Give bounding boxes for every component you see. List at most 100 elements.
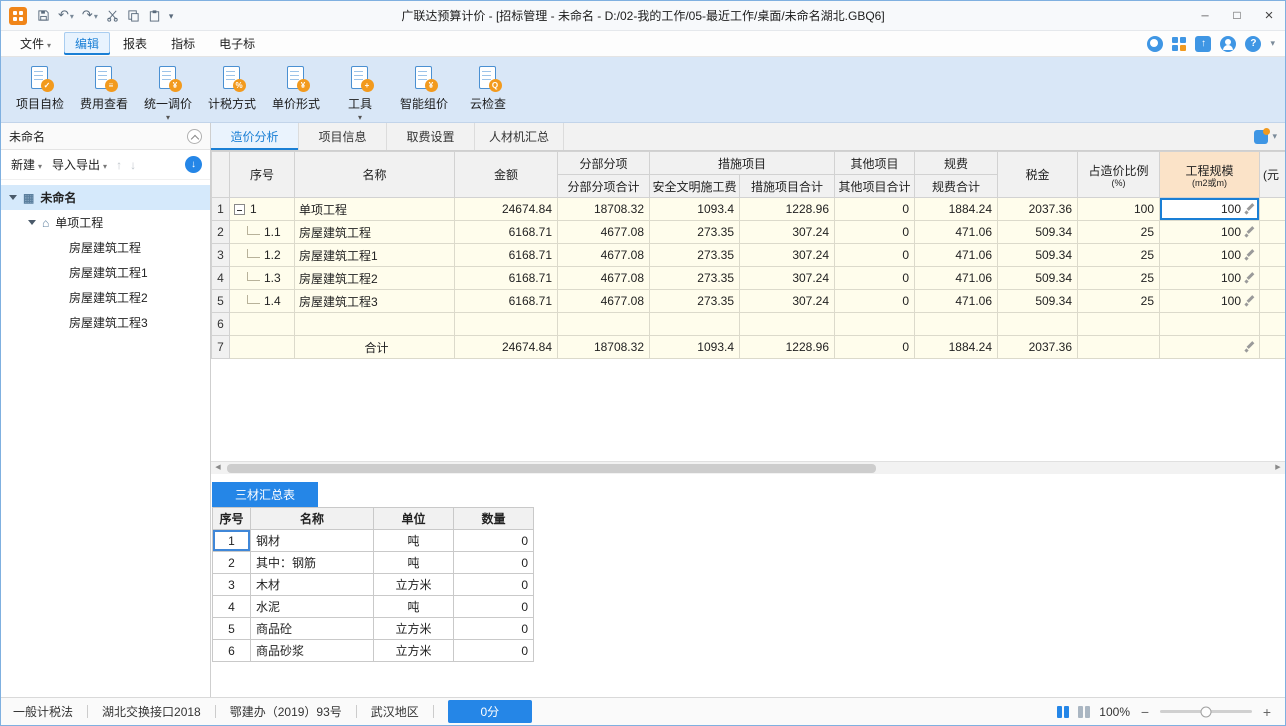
cell-name[interactable]: 房屋建筑工程1 xyxy=(294,243,455,267)
mat-cell-seq[interactable]: 3 xyxy=(212,573,251,596)
cell-amount[interactable]: 24674.84 xyxy=(454,197,558,221)
collapse-panel-icon[interactable] xyxy=(187,128,202,144)
mat-cell-name[interactable]: 商品砂浆 xyxy=(250,639,374,662)
toolbar-button-项目自检[interactable]: ✓ 项目自检 xyxy=(9,63,71,112)
new-button[interactable]: 新建 xyxy=(9,153,44,176)
mat-cell-qty[interactable]: 0 xyxy=(453,639,534,662)
score-button[interactable]: 0分 xyxy=(447,700,532,723)
cell-name[interactable]: 单项工程 xyxy=(294,197,455,221)
tab-project-info[interactable]: 项目信息 xyxy=(299,123,387,150)
move-down-icon[interactable]: ↓ xyxy=(129,158,137,172)
minimize-button[interactable] xyxy=(1189,1,1221,30)
cell-fbfx[interactable]: 4677.08 xyxy=(557,243,650,267)
cell-gf[interactable]: 471.06 xyxy=(914,266,999,290)
cell-fbfx[interactable]: 4677.08 xyxy=(557,266,650,290)
toolbar-button-费用查看[interactable]: ≡ 费用查看 xyxy=(73,63,135,112)
cell-ratio[interactable]: 25 xyxy=(1077,220,1161,244)
cell-name[interactable] xyxy=(294,312,455,336)
mat-cell-unit[interactable]: 吨 xyxy=(373,529,454,552)
chevron-down-icon[interactable]: ▾ xyxy=(169,9,174,23)
redo-icon[interactable]: ↷ xyxy=(82,7,98,24)
paste-icon[interactable] xyxy=(148,9,161,22)
cell-aqwm[interactable]: 1093.4 xyxy=(649,335,740,359)
edit-pencil-icon[interactable] xyxy=(1244,203,1256,215)
cell-csxm[interactable]: 307.24 xyxy=(738,220,836,244)
cell-csxm[interactable]: 307.24 xyxy=(738,243,836,267)
cell-scale[interactable]: 100 xyxy=(1159,266,1261,290)
cell-seq[interactable] xyxy=(229,335,295,359)
cell-qtxm[interactable]: 0 xyxy=(834,289,916,313)
row-number[interactable]: 3 xyxy=(211,243,230,267)
cell-seq[interactable] xyxy=(229,312,295,336)
chevron-down-icon[interactable]: ▾ xyxy=(1272,131,1277,142)
horizontal-scrollbar[interactable]: ◀ ▶ xyxy=(211,461,1285,474)
view-mode-1-icon[interactable] xyxy=(1057,705,1070,718)
mat-cell-unit[interactable]: 立方米 xyxy=(373,573,454,596)
row-number[interactable]: 4 xyxy=(211,266,230,290)
cell-scale[interactable] xyxy=(1159,312,1261,336)
mat-cell-name[interactable]: 木材 xyxy=(250,573,374,596)
cell-scale[interactable]: 100 xyxy=(1159,197,1261,221)
scissors-icon[interactable] xyxy=(106,9,119,22)
mat-cell-seq[interactable]: 4 xyxy=(212,595,251,618)
cell-gf[interactable]: 1884.24 xyxy=(914,197,999,221)
cell-csxm[interactable]: 1228.96 xyxy=(738,335,836,359)
cell-qtxm[interactable]: 0 xyxy=(834,243,916,267)
scroll-right-icon[interactable]: ▶ xyxy=(1271,462,1285,474)
row-number[interactable]: 5 xyxy=(211,289,230,313)
tab-three-materials-summary[interactable]: 三材汇总表 xyxy=(212,482,318,507)
mat-cell-qty[interactable]: 0 xyxy=(453,529,534,552)
tree-item-3[interactable]: 房屋建筑工程1 xyxy=(1,260,210,285)
cell-seq[interactable]: 1.4 xyxy=(229,289,295,313)
help-icon[interactable]: ? xyxy=(1245,35,1262,52)
cell-ratio[interactable] xyxy=(1077,335,1161,359)
menu-index[interactable]: 指标 xyxy=(160,32,206,55)
cell-gf[interactable]: 471.06 xyxy=(914,243,999,267)
chevron-down-icon[interactable]: ▾ xyxy=(1270,38,1275,49)
cell-seq[interactable]: 1 xyxy=(229,197,295,221)
cell-qtxm[interactable]: 0 xyxy=(834,335,916,359)
support-headset-icon[interactable] xyxy=(1220,35,1237,52)
tree-item-4[interactable]: 房屋建筑工程2 xyxy=(1,285,210,310)
cell-seq[interactable]: 1.3 xyxy=(229,266,295,290)
cell-scale[interactable]: 100 xyxy=(1159,289,1261,313)
tab-cost-analysis[interactable]: 造价分析 xyxy=(211,123,299,150)
scrollbar-track[interactable] xyxy=(225,462,1271,474)
cell-scale[interactable] xyxy=(1159,335,1261,359)
cell-qtxm[interactable]: 0 xyxy=(834,220,916,244)
cell-ratio[interactable]: 25 xyxy=(1077,289,1161,313)
mat-cell-name[interactable]: 商品砼 xyxy=(250,617,374,640)
cell-amount[interactable]: 6168.71 xyxy=(454,289,558,313)
cell-gf[interactable] xyxy=(914,312,999,336)
cell-csxm[interactable]: 1228.96 xyxy=(738,197,836,221)
cell-qtxm[interactable]: 0 xyxy=(834,266,916,290)
row-number[interactable]: 2 xyxy=(211,220,230,244)
cell-amount[interactable] xyxy=(454,312,558,336)
cell-ratio[interactable]: 25 xyxy=(1077,243,1161,267)
mat-cell-unit[interactable]: 立方米 xyxy=(373,639,454,662)
toolbar-button-统一调价[interactable]: ¥ 统一调价 ▾ xyxy=(137,63,199,122)
mat-cell-unit[interactable]: 吨 xyxy=(373,551,454,574)
cell-tax[interactable]: 509.34 xyxy=(997,289,1079,313)
menu-file[interactable]: 文件 xyxy=(9,32,62,55)
edit-pencil-icon[interactable] xyxy=(1244,272,1256,284)
upload-icon[interactable]: ↑ xyxy=(1195,35,1212,52)
zoom-slider[interactable] xyxy=(1160,706,1252,717)
collapse-row-icon[interactable] xyxy=(234,204,245,215)
mat-cell-qty[interactable]: 0 xyxy=(453,595,534,618)
view-mode-2-icon[interactable] xyxy=(1078,705,1091,718)
mat-cell-unit[interactable]: 立方米 xyxy=(373,617,454,640)
cell-seq[interactable]: 1.1 xyxy=(229,220,295,244)
cell-gf[interactable]: 471.06 xyxy=(914,289,999,313)
cell-qtxm[interactable] xyxy=(834,312,916,336)
cell-seq[interactable]: 1.2 xyxy=(229,243,295,267)
cell-tax[interactable]: 2037.36 xyxy=(997,335,1079,359)
toolbar-button-单价形式[interactable]: ¥ 单价形式 xyxy=(265,63,327,112)
cell-name[interactable]: 合计 xyxy=(294,335,455,359)
cell-amount[interactable]: 6168.71 xyxy=(454,266,558,290)
toolbar-button-计税方式[interactable]: % 计税方式 xyxy=(201,63,263,112)
cell-tax[interactable]: 509.34 xyxy=(997,243,1079,267)
menu-edit[interactable]: 编辑 xyxy=(64,32,111,55)
mat-cell-qty[interactable]: 0 xyxy=(453,551,534,574)
cell-fbfx[interactable]: 4677.08 xyxy=(557,220,650,244)
